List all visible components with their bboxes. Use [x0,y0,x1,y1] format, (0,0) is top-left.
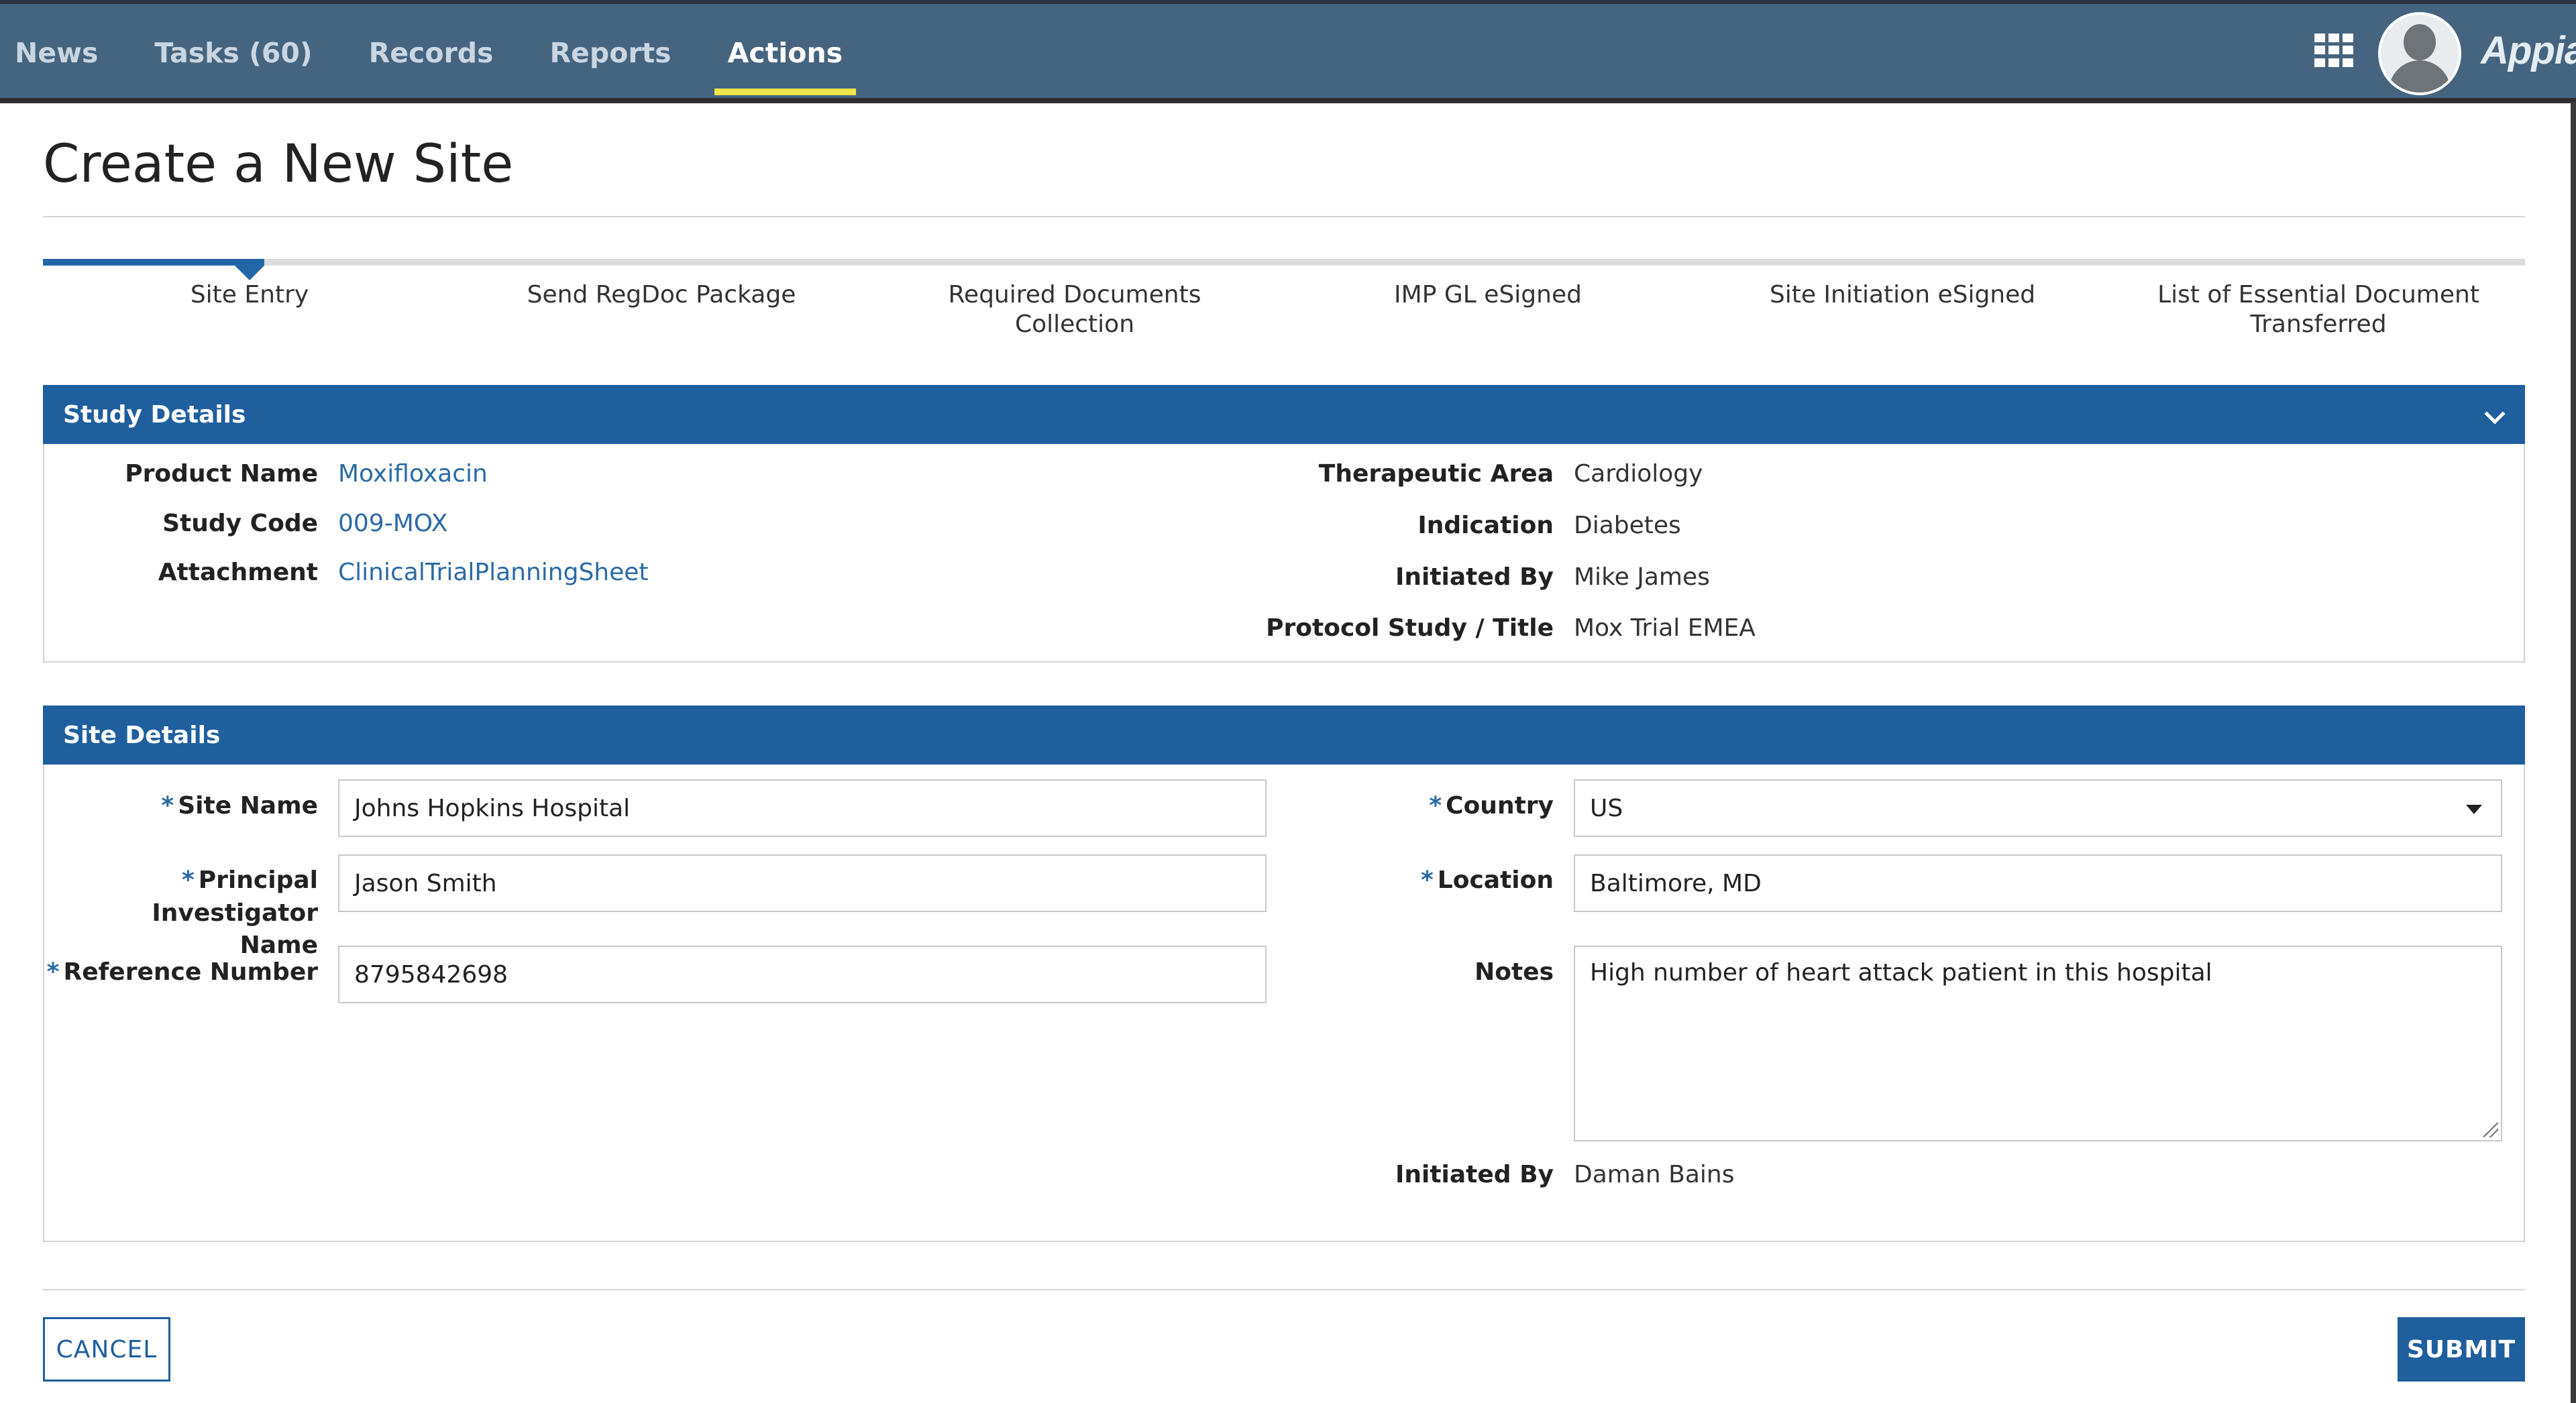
site-initiated-by-label: Initiated By [1395,1161,1554,1188]
appian-logo: Appian [2481,29,2576,72]
required-marker: * [161,792,174,820]
tab-tasks[interactable]: Tasks (60) [126,4,340,102]
site-name-input[interactable]: Johns Hopkins Hospital [338,779,1267,837]
step-site-entry: Site Entry [190,281,309,308]
reference-number-input[interactable]: 8795842698 [338,946,1267,1003]
step-imp-gl-esigned: IMP GL eSigned [1394,281,1582,308]
product-name-link[interactable]: Moxifloxacin [338,458,488,490]
chevron-down-icon[interactable] [2484,403,2506,425]
tab-records[interactable]: Records [341,4,522,102]
progress-track [43,259,2525,266]
submit-button[interactable]: SUBMIT [2398,1317,2525,1382]
top-navigation-bar: News Tasks (60) Records Reports Actions … [0,0,2576,102]
initiated-by-value: Mike James [1574,563,1710,591]
location-input[interactable]: Baltimore, MD [1574,854,2502,912]
principal-investigator-label: * Principal [67,864,318,897]
study-details-header[interactable]: Study Details [43,385,2525,444]
attachment-link[interactable]: ClinicalTrialPlanningSheet [338,557,649,589]
apps-grid-icon[interactable] [2314,34,2353,67]
page-title: Create a New Site [43,134,514,194]
tab-news[interactable]: News [0,4,126,102]
therapeutic-area-value: Cardiology [1574,460,1703,488]
notes-label: Notes [1474,958,1554,986]
product-name-label: Product Name [125,460,318,488]
location-label: * Location [1315,864,1554,897]
site-name-label-text: Site Name [178,792,318,820]
title-divider [43,216,2525,217]
tab-actions[interactable]: Actions [700,4,871,102]
resize-handle-icon[interactable] [2483,1123,2498,1137]
indication-value: Diabetes [1574,512,1681,539]
country-label-text: Country [1446,792,1554,820]
step-essential-documents-transferred: List of Essential Document Transferred [2157,281,2479,338]
location-label-text: Location [1437,866,1554,894]
step-send-regdoc-package: Send RegDoc Package [527,281,796,308]
user-avatar-icon[interactable] [2378,12,2461,95]
site-name-label: * Site Name [67,790,318,822]
country-label: * Country [1315,790,1554,822]
protocol-study-title-value: Mox Trial EMEA [1574,614,1756,642]
principal-investigator-label-line1: Principal [198,866,318,894]
window-edge [2571,102,2576,1403]
study-code-label: Study Code [162,510,318,537]
tab-reports[interactable]: Reports [521,4,699,102]
principal-investigator-label-line2: Investigator Name [152,899,318,959]
reference-number-label: * Reference Number [40,956,318,989]
site-details-title: Site Details [63,721,221,749]
cancel-button[interactable]: CANCEL [43,1317,170,1382]
attachment-label: Attachment [158,559,318,586]
notes-textarea[interactable]: High number of heart attack patient in t… [1574,946,2502,1141]
notes-text: High number of heart attack patient in t… [1590,959,2212,987]
initiated-by-label: Initiated By [1395,563,1554,591]
site-initiated-by-value: Daman Bains [1574,1161,1735,1188]
progress-fill [43,259,264,266]
step-site-initiation-esigned: Site Initiation eSigned [1769,281,2036,308]
protocol-study-title-label: Protocol Study / Title [1266,614,1554,642]
study-code-link[interactable]: 009-MOX [338,508,447,540]
nav-tabs: News Tasks (60) Records Reports Actions [0,4,871,102]
nav-shadow [0,98,2576,103]
study-details-title: Study Details [63,400,246,429]
step-required-documents-collection: Required Documents Collection [948,281,1201,338]
dropdown-caret-icon[interactable] [2466,805,2482,814]
therapeutic-area-label: Therapeutic Area [1318,460,1554,488]
footer-divider [43,1289,2525,1290]
reference-number-label-text: Reference Number [63,958,318,986]
principal-investigator-input[interactable]: Jason Smith [338,854,1267,912]
required-marker: * [46,958,60,986]
indication-label: Indication [1417,512,1554,539]
required-marker: * [1420,866,1434,894]
current-step-indicator [235,266,264,280]
site-details-header: Site Details [43,706,2525,765]
country-select[interactable]: US [1574,779,2502,837]
required-marker: * [1429,792,1442,820]
required-marker: * [181,866,195,894]
country-select-value: US [1590,794,1623,822]
